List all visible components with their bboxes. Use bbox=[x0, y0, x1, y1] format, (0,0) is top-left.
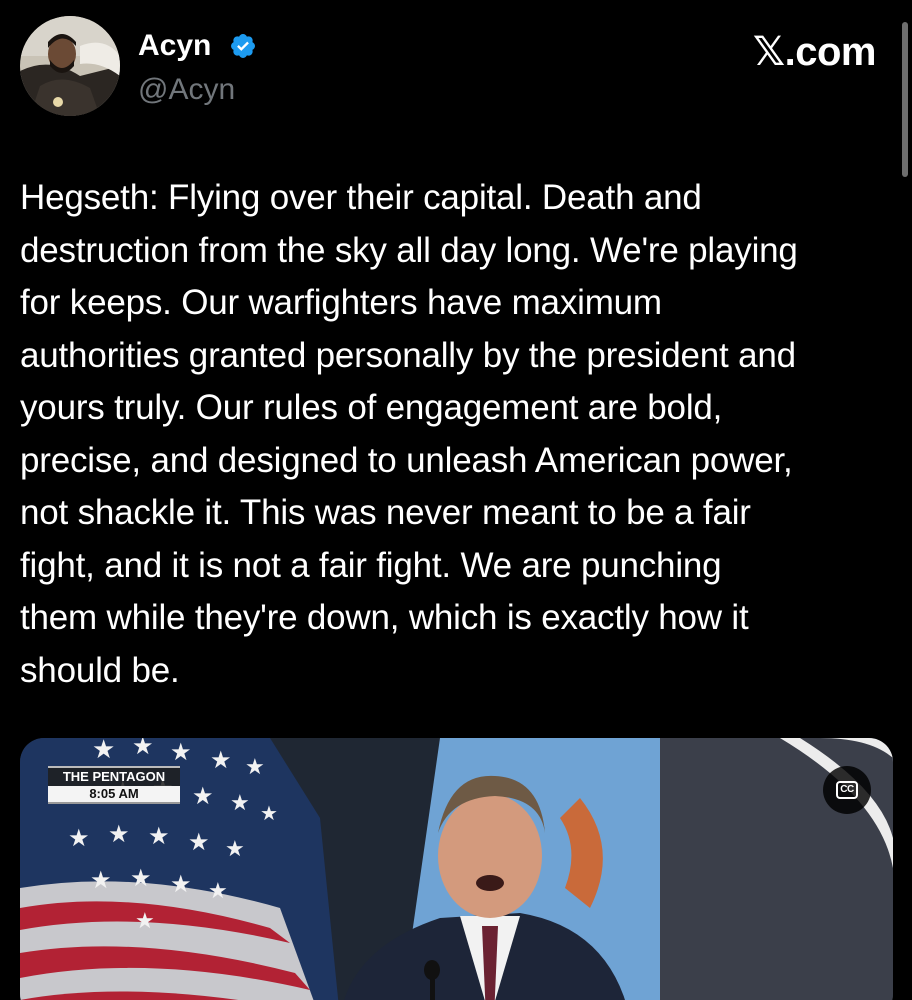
svg-text:★: ★ bbox=[170, 739, 192, 766]
x-logo-glyph: 𝕏 bbox=[752, 29, 785, 75]
svg-text:★: ★ bbox=[208, 878, 228, 903]
svg-text:★: ★ bbox=[170, 871, 192, 898]
svg-text:★: ★ bbox=[135, 908, 155, 933]
svg-text:★: ★ bbox=[130, 865, 152, 892]
tweet-screenshot: Acyn @Acyn 𝕏.com Hegseth: Flying over th… bbox=[0, 0, 912, 1000]
svg-text:★: ★ bbox=[260, 803, 278, 825]
svg-text:★: ★ bbox=[148, 823, 170, 850]
avatar-image bbox=[20, 16, 120, 116]
svg-text:★: ★ bbox=[90, 867, 112, 894]
svg-text:★: ★ bbox=[230, 790, 250, 815]
svg-text:★: ★ bbox=[132, 738, 154, 760]
lower-third-time: 8:05 AM bbox=[48, 786, 180, 804]
author-avatar[interactable] bbox=[20, 16, 120, 116]
closed-captions-button[interactable]: CC bbox=[823, 766, 871, 814]
svg-text:★: ★ bbox=[192, 783, 214, 810]
news-lower-third: THE PENTAGON 8:05 AM bbox=[48, 766, 180, 804]
author-handle[interactable]: @Acyn bbox=[138, 72, 235, 108]
verified-badge-icon bbox=[231, 34, 255, 58]
scrollbar-thumb[interactable] bbox=[902, 22, 908, 177]
svg-text:★: ★ bbox=[225, 836, 245, 861]
video-media[interactable]: ★ ★ ★ ★ ★ ★ ★ ★ ★ ★ ★ ★ ★ ★ ★ ★ ★ ★ ★ ★ bbox=[20, 738, 893, 1000]
brand-suffix: .com bbox=[784, 30, 877, 74]
svg-text:★: ★ bbox=[92, 738, 115, 764]
svg-text:★: ★ bbox=[210, 747, 232, 774]
svg-text:★: ★ bbox=[68, 825, 90, 852]
svg-text:★: ★ bbox=[245, 754, 265, 779]
brand-logo: 𝕏.com bbox=[752, 29, 877, 75]
lower-third-title: THE PENTAGON bbox=[48, 766, 180, 786]
author-display-name[interactable]: Acyn bbox=[138, 28, 211, 64]
closed-captions-icon: CC bbox=[836, 781, 858, 799]
svg-text:★: ★ bbox=[188, 829, 210, 856]
tweet-text: Hegseth: Flying over their capital. Deat… bbox=[20, 178, 798, 690]
svg-text:★: ★ bbox=[108, 821, 130, 848]
